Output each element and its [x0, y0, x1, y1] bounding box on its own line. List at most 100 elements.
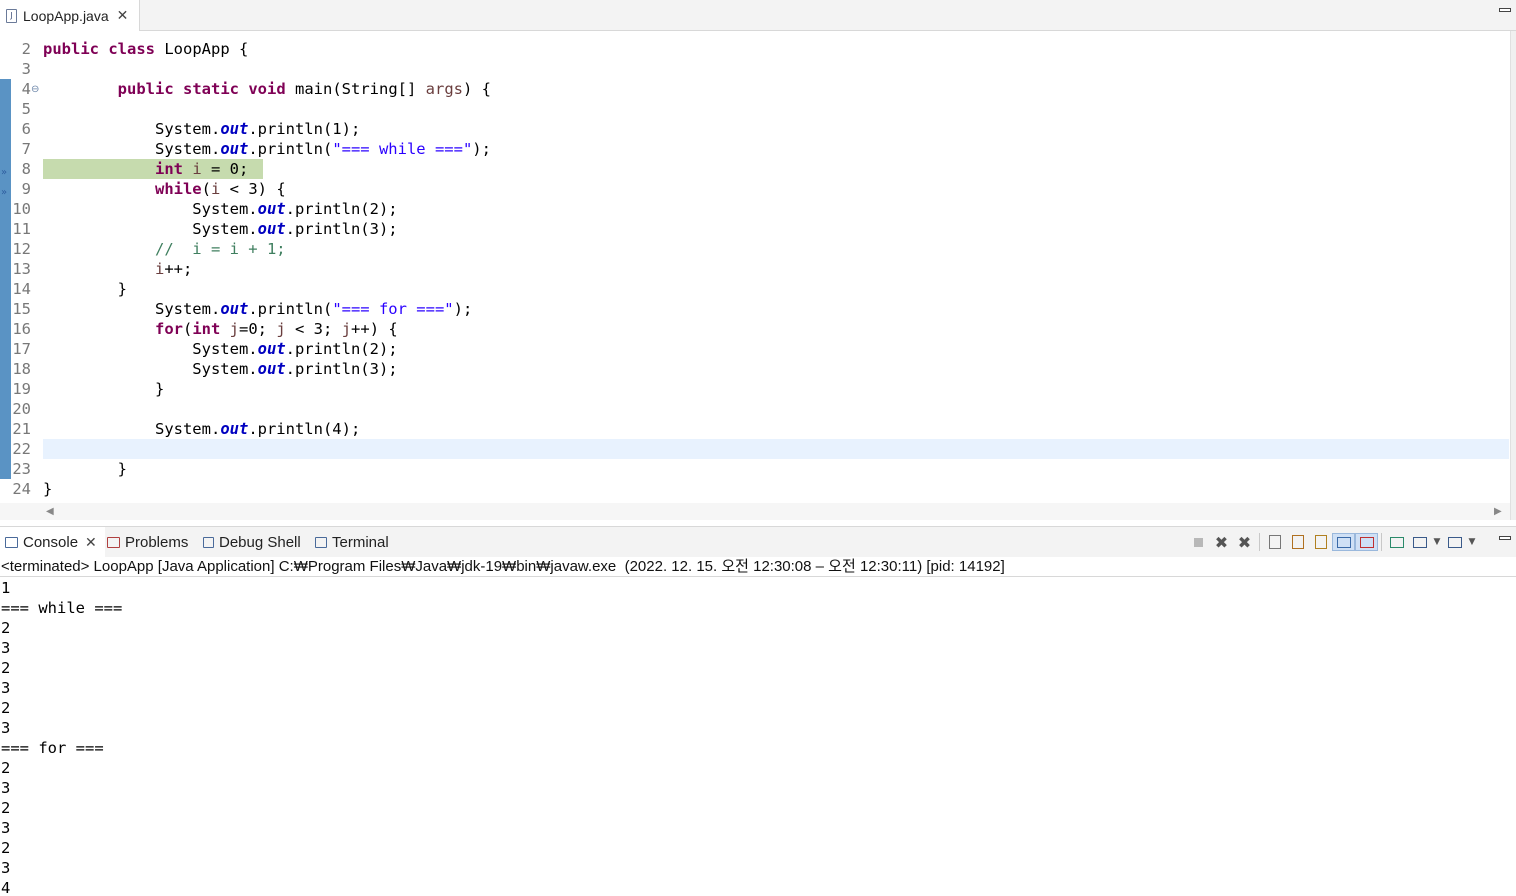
console-output-line: 3	[1, 819, 11, 837]
code-line[interactable]: 5	[0, 99, 1510, 119]
line-number: 6	[21, 120, 31, 138]
line-number: 16	[12, 320, 31, 338]
word-wrap-icon[interactable]	[1309, 533, 1332, 551]
line-number: 11	[12, 220, 31, 238]
show-on-stdout-icon[interactable]	[1332, 533, 1355, 551]
tab-problems-label: Problems	[125, 534, 189, 551]
tab-debug-shell[interactable]: Debug Shell	[203, 527, 301, 558]
java-file-icon: J	[6, 8, 17, 23]
clear-console-icon[interactable]	[1263, 533, 1286, 551]
chevron-down-icon[interactable]: ▼	[1431, 533, 1443, 551]
code-line[interactable]: 14 }	[0, 279, 1510, 299]
line-number: 19	[12, 380, 31, 398]
console-output-line: 1	[1, 579, 11, 597]
console-output-line: 2	[1, 699, 11, 717]
code-line[interactable]: 4 ⊖ public static void main(String[] args…	[0, 79, 1510, 99]
code-line[interactable]: 11 System.out.println(3);	[0, 219, 1510, 239]
line-number: 23	[12, 460, 31, 478]
scroll-right-icon[interactable]: ▶	[1494, 506, 1502, 517]
code-text: int i = 0;	[154, 160, 249, 178]
console-output-line: 2	[1, 619, 11, 637]
close-icon[interactable]: ✕	[117, 8, 129, 24]
code-text: System.out.println(4);	[43, 420, 361, 438]
code-line[interactable]: » 8 int i = 0;	[0, 159, 1510, 179]
pin-console-icon[interactable]	[1385, 533, 1408, 551]
overview-ruler[interactable]	[1510, 31, 1516, 520]
tab-debug-shell-label: Debug Shell	[219, 534, 301, 551]
tab-console[interactable]: Console ✕	[0, 527, 105, 558]
line-number: 18	[12, 360, 31, 378]
line-number: 9	[21, 180, 31, 198]
console-tab-bar: Console ✕ Problems Debug Shell Terminal …	[0, 526, 1516, 558]
debug-shell-icon	[203, 537, 214, 548]
code-text: System.out.println(2);	[43, 340, 398, 358]
line-number: 24	[12, 480, 31, 498]
scroll-left-icon[interactable]: ◀	[46, 506, 54, 517]
console-output-line: 3	[1, 859, 11, 877]
code-text: public static void main(String[] args) {	[117, 80, 491, 98]
console-output-line: 2	[1, 759, 11, 777]
code-line[interactable]: 21 System.out.println(4);	[0, 419, 1510, 439]
problems-icon	[107, 537, 120, 548]
editor-tab-loopapp[interactable]: J LoopApp.java ✕	[0, 0, 140, 31]
code-line[interactable]: 16 for(int j=0; j < 3; j++) {	[0, 319, 1510, 339]
code-editor[interactable]: 2 public class LoopApp {3 4 ⊖ public static…	[0, 31, 1510, 503]
code-text: System.out.println(1);	[43, 120, 361, 138]
code-line[interactable]: 7 System.out.println("=== while ===");	[0, 139, 1510, 159]
code-text: for(int j=0; j < 3; j++) {	[154, 320, 398, 338]
console-output-line: === for ===	[1, 739, 104, 757]
chevron-down-icon[interactable]: ▼	[1466, 533, 1478, 551]
horizontal-scrollbar[interactable]: ◀ ▶	[0, 503, 1510, 520]
code-line[interactable]: 17 System.out.println(2);	[0, 339, 1510, 359]
code-line[interactable]: 22	[0, 439, 1510, 459]
line-number: 21	[12, 420, 31, 438]
line-number: 22	[12, 440, 31, 458]
code-line[interactable]: 24}	[0, 479, 1510, 499]
console-output-line: === while ===	[1, 599, 123, 617]
remove-all-launches-icon[interactable]: ✖	[1233, 533, 1256, 552]
tab-problems[interactable]: Problems	[107, 527, 188, 558]
console-output-line: 2	[1, 799, 11, 817]
line-number: 20	[12, 400, 31, 418]
code-line[interactable]: 3	[0, 59, 1510, 79]
console-status: <terminated> LoopApp [Java Application] …	[0, 557, 1516, 577]
code-text: System.out.println(3);	[43, 220, 398, 238]
line-number: 4	[21, 80, 31, 98]
console-output[interactable]: 1 === while === 2 3 2 3 2 3 === for === 2 3 2 3 2 3 4	[0, 578, 1516, 896]
show-on-stderr-icon[interactable]	[1355, 533, 1378, 551]
code-line[interactable]: 12 // i = i + 1;	[0, 239, 1510, 259]
display-console-icon[interactable]	[1408, 533, 1431, 551]
line-number: 8	[21, 160, 31, 178]
editor-tab-title: LoopApp.java	[23, 7, 109, 24]
console-output-line: 3	[1, 679, 11, 697]
terminate-icon[interactable]	[1187, 533, 1210, 551]
scroll-lock-icon[interactable]	[1286, 533, 1309, 551]
code-line[interactable]: 19 }	[0, 379, 1510, 399]
code-line[interactable]: » 9 while(i < 3) {	[0, 179, 1510, 199]
open-console-icon[interactable]	[1443, 533, 1466, 551]
code-line[interactable]: 13 i++;	[0, 259, 1510, 279]
line-number: 3	[21, 60, 31, 78]
line-number: 14	[12, 280, 31, 298]
code-line[interactable]: 23 }	[0, 459, 1510, 479]
line-number: 10	[12, 200, 31, 218]
remove-launch-icon[interactable]: ✖	[1210, 533, 1233, 552]
console-output-line: 3	[1, 639, 11, 657]
minimize-editor-button[interactable]	[1499, 8, 1511, 12]
code-text: }	[43, 380, 165, 398]
minimize-console-button[interactable]	[1499, 536, 1511, 540]
code-line[interactable]: 10 System.out.println(2);	[0, 199, 1510, 219]
code-text: // i = i + 1;	[154, 240, 286, 258]
console-output-line: 3	[1, 719, 11, 737]
code-line[interactable]: 15 System.out.println("=== for ===");	[0, 299, 1510, 319]
close-icon[interactable]: ✕	[85, 535, 97, 551]
code-line[interactable]: 6 System.out.println(1);	[0, 119, 1510, 139]
code-line[interactable]: 20	[0, 399, 1510, 419]
line-number: 2	[21, 40, 31, 58]
code-line[interactable]: 18 System.out.println(3);	[0, 359, 1510, 379]
line-number: 13	[12, 260, 31, 278]
terminal-icon	[315, 537, 327, 548]
tab-terminal[interactable]: Terminal	[315, 527, 389, 558]
fold-icon[interactable]: ⊖	[31, 80, 39, 100]
code-line[interactable]: 2 public class LoopApp {	[0, 39, 1510, 59]
